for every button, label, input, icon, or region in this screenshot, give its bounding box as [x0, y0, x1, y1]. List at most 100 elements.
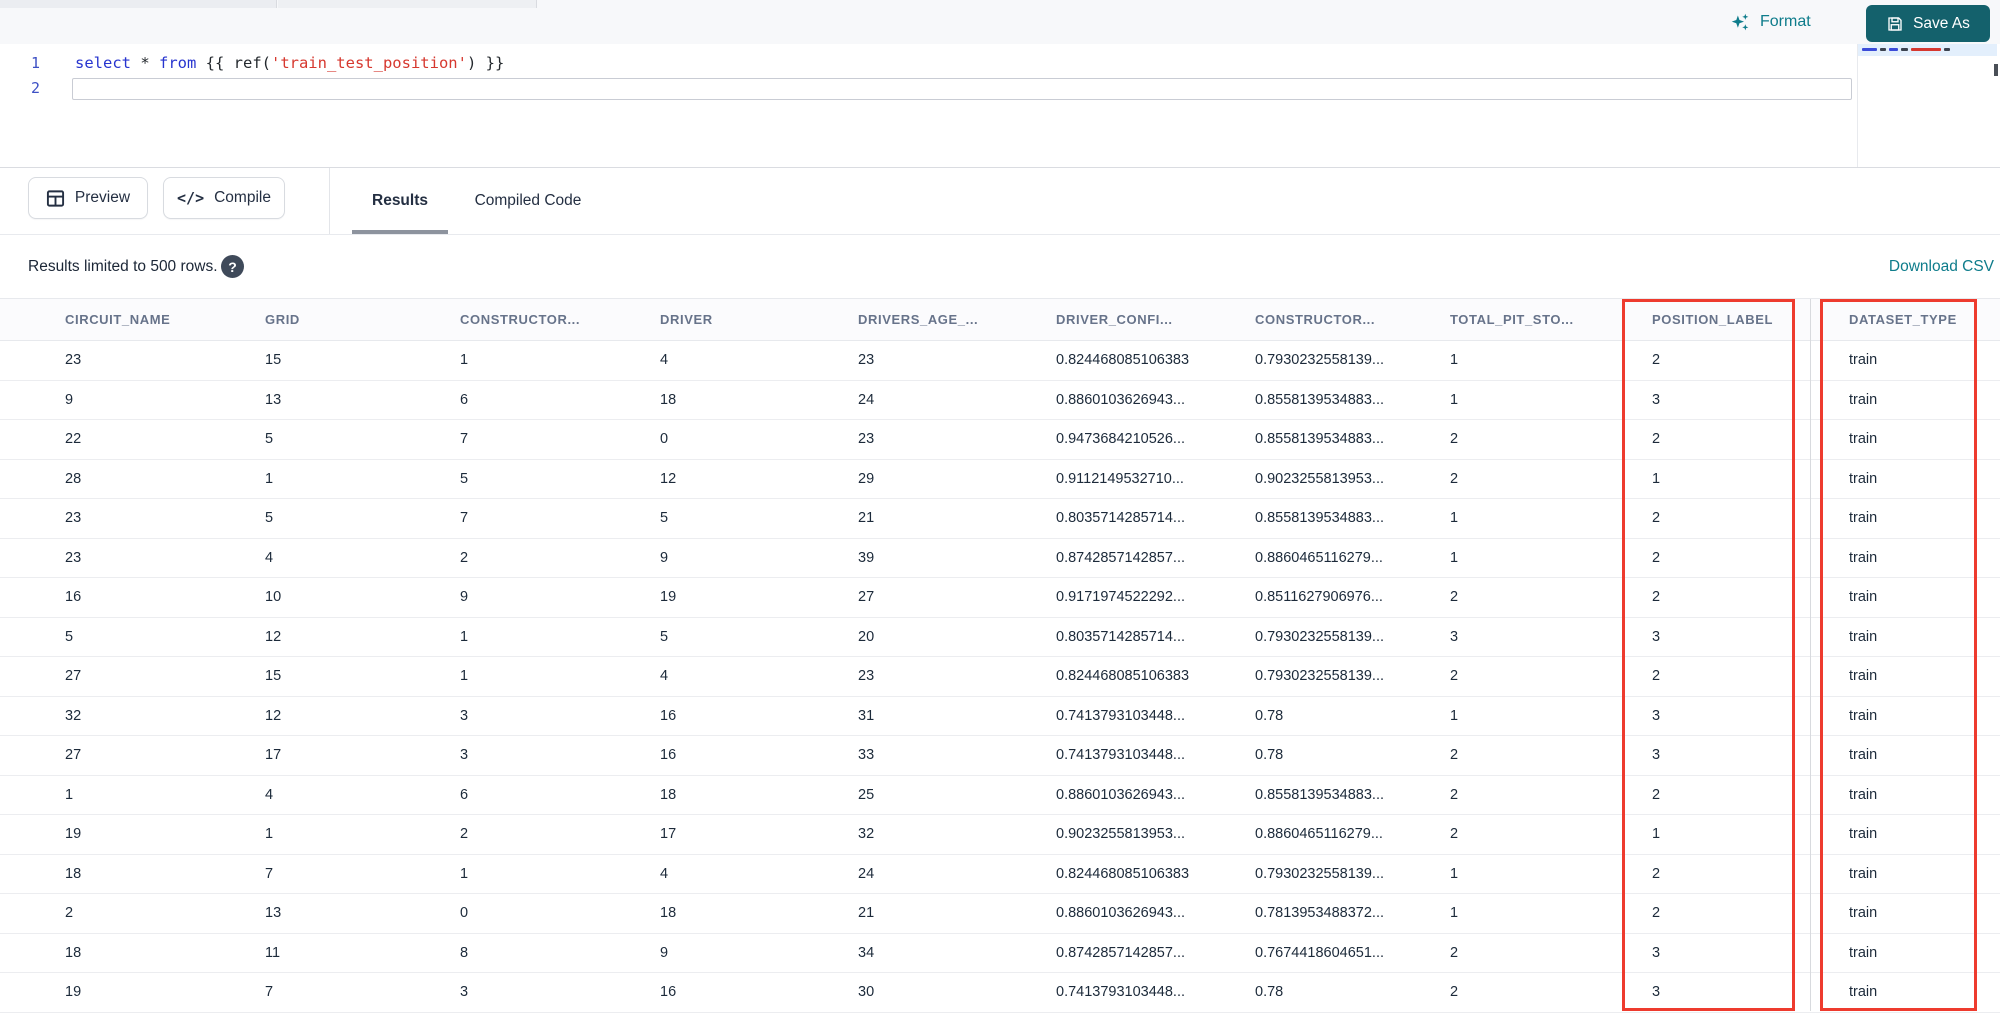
table-row: 23 15 1 4 23 0.824468085106383 0.7930232558139…	[0, 341, 2000, 381]
table-cell: 23	[65, 549, 82, 566]
sql-code-editor[interactable]: 1 2 select * from {{ ref('train_test_pos…	[0, 44, 2000, 168]
column-header-drivers-age[interactable]: DRIVERS_AGE_...	[858, 312, 1056, 327]
table-cell: 1	[1450, 707, 1459, 724]
column-header-dataset-type[interactable]: DATASET_TYPE	[1849, 312, 2000, 327]
table-cell: 2	[1450, 786, 1459, 803]
table-cell: 17	[265, 747, 282, 764]
table-cell: 2	[1450, 826, 1459, 843]
table-row: 16 10 9 19 27 0.9171974522292... 0.85116279069…	[0, 578, 2000, 618]
table-cell: 23	[65, 352, 82, 369]
line-number-1: 1	[30, 54, 40, 72]
table-cell: 0.8860465116279...	[1255, 826, 1383, 843]
table-cell: 23	[65, 510, 82, 527]
table-cell: 0.9171974522292...	[1056, 589, 1186, 606]
table-cell: 7	[265, 865, 274, 882]
column-header-driver[interactable]: DRIVER	[660, 312, 858, 327]
table-cell: train	[1849, 391, 1878, 408]
column-header-grid[interactable]: GRID	[265, 312, 460, 327]
table-cell: 0.8860465116279...	[1255, 549, 1383, 566]
active-tab-underline	[352, 230, 448, 234]
editor-minimap[interactable]	[1857, 44, 1997, 167]
table-cell: 1	[460, 628, 469, 645]
table-row: 19 7 3 16 30 0.7413793103448... 0.78 2 3 train	[0, 973, 2000, 1013]
column-header-constructor[interactable]: CONSTRUCTOR...	[1255, 312, 1450, 327]
table-cell: 0.7930232558139...	[1255, 352, 1385, 369]
download-csv-link[interactable]: Download CSV	[1889, 235, 1994, 298]
preview-button[interactable]: Preview	[28, 177, 148, 219]
column-header-total-pit-sto[interactable]: TOTAL_PIT_STO...	[1450, 312, 1652, 327]
table-cell: 0.7930232558139...	[1255, 628, 1385, 645]
table-cell: 0.9023255813953...	[1255, 470, 1385, 487]
table-cell: 2	[460, 826, 469, 843]
table-cell: 2	[1652, 786, 1661, 803]
compile-button[interactable]: </> Compile	[163, 177, 285, 219]
compile-button-label: Compile	[214, 189, 271, 206]
tab-compiled-code[interactable]: Compiled Code	[462, 168, 594, 234]
table-cell: 1	[1450, 549, 1459, 566]
table-cell: 6	[460, 786, 469, 803]
results-info-bar: Results limited to 500 rows. ? Download …	[0, 235, 2000, 298]
table-cell: 9	[660, 549, 669, 566]
table-cell: train	[1849, 510, 1878, 527]
table-header-row: CIRCUIT_NAME GRID CONSTRUCTOR... DRIVER DRIV…	[0, 298, 2000, 341]
table-cell: 1	[265, 470, 274, 487]
table-cell: 4	[265, 786, 274, 803]
column-header-position-label[interactable]: POSITION_LABEL	[1652, 312, 1849, 327]
table-cell: 13	[265, 391, 282, 408]
table-cell: 0.7930232558139...	[1255, 668, 1385, 685]
table-cell: 1	[460, 668, 469, 685]
table-cell: train	[1849, 668, 1878, 685]
table-cell: 2	[1652, 549, 1661, 566]
table-cell: 23	[858, 668, 875, 685]
table-cell: 4	[660, 865, 669, 882]
table-cell: 18	[65, 865, 82, 882]
help-icon[interactable]: ?	[221, 255, 244, 278]
table-cell: 2	[1450, 431, 1459, 448]
table-cell: 1	[1450, 905, 1459, 922]
table-cell: 2	[65, 905, 74, 922]
table-cell: 3	[460, 707, 469, 724]
line-number-2: 2	[30, 79, 40, 97]
table-cell: 31	[858, 707, 875, 724]
column-header-constructor[interactable]: CONSTRUCTOR...	[460, 312, 660, 327]
results-toolbar: Preview </> Compile Results Compiled Cod…	[0, 168, 2000, 235]
table-cell: 27	[858, 589, 875, 606]
table-cell: 1	[1652, 826, 1661, 843]
table-cell: 0.7813953488372...	[1255, 905, 1385, 922]
table-cell: 0.8558139534883...	[1255, 391, 1385, 408]
toolbar-divider	[329, 168, 330, 234]
column-header-driver-confi[interactable]: DRIVER_CONFI...	[1056, 312, 1255, 327]
jinja-open-braces: {{	[196, 54, 234, 72]
column-header-circuit-name[interactable]: CIRCUIT_NAME	[65, 312, 265, 327]
save-as-button[interactable]: Save As	[1866, 5, 1990, 42]
table-cell: 0.824468085106383	[1056, 352, 1190, 369]
table-cell: 1	[1450, 510, 1459, 527]
table-cell: 32	[65, 707, 82, 724]
table-cell: 0	[460, 905, 469, 922]
table-cell: 7	[460, 431, 469, 448]
format-button-label: Format	[1760, 13, 1811, 30]
table-cell: 0.824468085106383	[1056, 668, 1190, 685]
code-line-1[interactable]: select * from {{ ref('train_test_positio…	[75, 51, 504, 76]
table-cell: 0.7930232558139...	[1255, 865, 1385, 882]
table-cell: 2	[1450, 944, 1459, 961]
table-cell: train	[1849, 628, 1878, 645]
dbt-ide-page: Format Save As 1 2 select * from {{ ref(…	[0, 0, 2000, 1020]
table-cell: 3	[1652, 628, 1661, 645]
table-cell: 3	[460, 984, 469, 1001]
table-cell: 1	[460, 865, 469, 882]
editor-scrollbar-thumb[interactable]	[1994, 64, 1998, 76]
format-button[interactable]: Format	[1730, 7, 1811, 37]
active-line-highlight[interactable]	[72, 78, 1852, 100]
table-cell: 0.7674418604651...	[1255, 944, 1385, 961]
table-cell: 27	[65, 668, 82, 685]
table-row: 28 1 5 12 29 0.9112149532710... 0.902325581395…	[0, 459, 2000, 499]
table-cell: 16	[660, 707, 677, 724]
table-cell: 0.8035714285714...	[1056, 510, 1186, 527]
sql-keyword: from	[159, 54, 197, 72]
table-cell: 18	[660, 905, 677, 922]
tab-results[interactable]: Results	[352, 168, 448, 234]
table-cell: train	[1849, 589, 1878, 606]
table-cell: 3	[1450, 628, 1459, 645]
table-cell: 16	[660, 984, 677, 1001]
